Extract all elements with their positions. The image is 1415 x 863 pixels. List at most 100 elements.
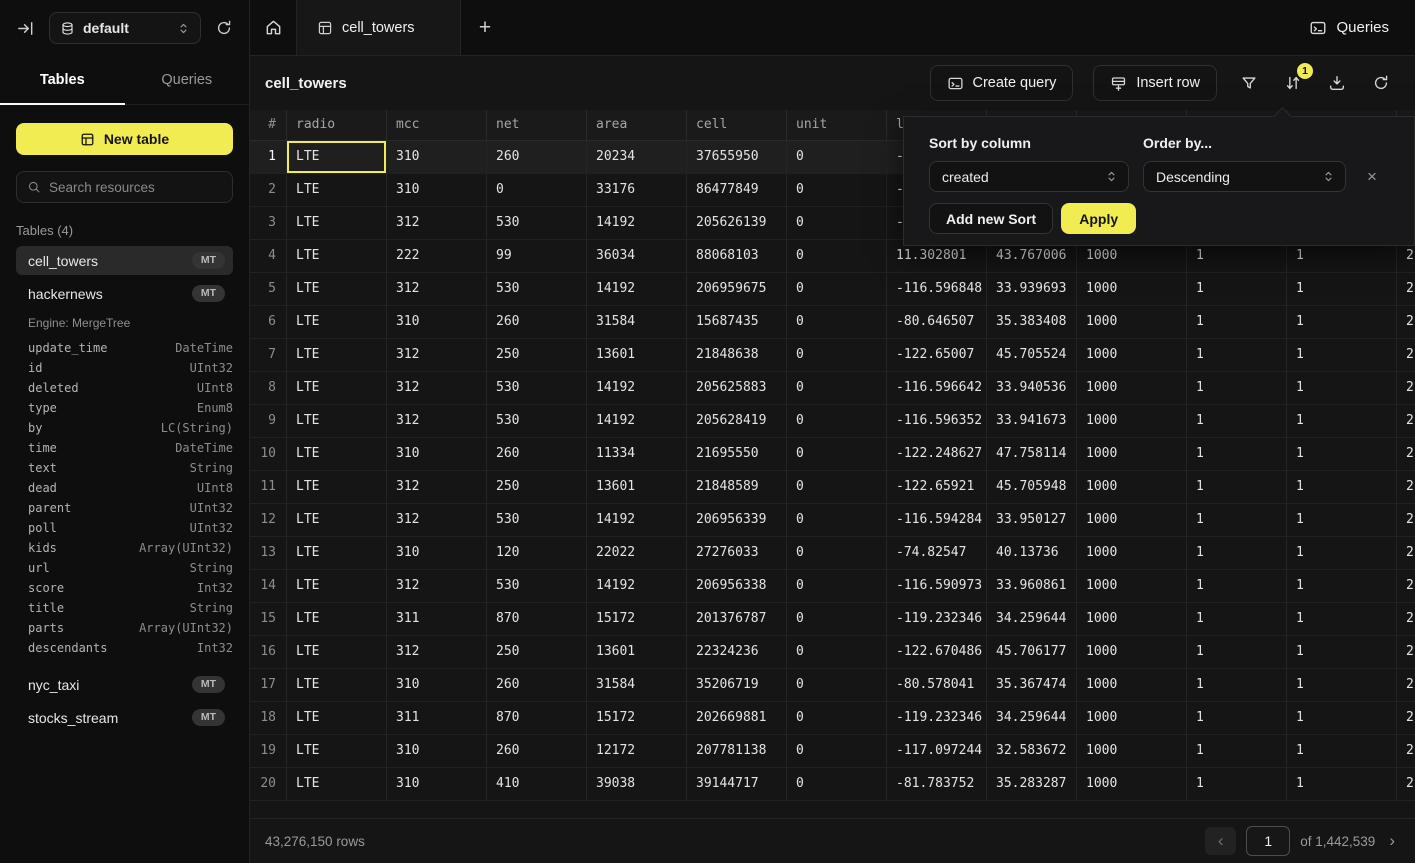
table-cell[interactable]: -116.596848 <box>887 273 987 305</box>
table-cell[interactable]: 45.706177 <box>987 636 1077 668</box>
table-row[interactable]: 16LTE31225013601223242360-122.67048645.7… <box>250 636 1415 669</box>
table-row[interactable]: 18LTE311870151722026698810-119.23234634.… <box>250 702 1415 735</box>
table-cell[interactable]: 260 <box>487 438 587 470</box>
row-number-cell[interactable]: 11 <box>250 471 287 503</box>
row-number-cell[interactable]: 8 <box>250 372 287 404</box>
table-cell[interactable]: 1 <box>1187 273 1287 305</box>
table-cell[interactable]: 33.960861 <box>987 570 1077 602</box>
table-cell[interactable]: 205628419 <box>687 405 787 437</box>
table-row[interactable]: 5LTE312530141922069596750-116.59684833.9… <box>250 273 1415 306</box>
table-cell[interactable]: 310 <box>387 438 487 470</box>
table-cell[interactable]: -119.232346 <box>887 603 987 635</box>
table-cell[interactable]: 1 <box>1287 636 1397 668</box>
table-cell[interactable]: 1 <box>1187 306 1287 338</box>
table-cell[interactable]: 22324236 <box>687 636 787 668</box>
collapse-sidebar-button[interactable] <box>16 19 35 38</box>
table-cell[interactable]: 2 <box>1397 570 1415 602</box>
table-cell[interactable]: 1000 <box>1077 306 1187 338</box>
table-cell[interactable]: 1000 <box>1077 735 1187 767</box>
table-cell[interactable]: 410 <box>487 768 587 800</box>
table-cell[interactable]: 312 <box>387 405 487 437</box>
table-cell[interactable]: 310 <box>387 735 487 767</box>
table-cell[interactable]: 870 <box>487 603 587 635</box>
table-cell[interactable]: -80.578041 <box>887 669 987 701</box>
row-number-cell[interactable]: 17 <box>250 669 287 701</box>
row-number-cell[interactable]: 15 <box>250 603 287 635</box>
table-cell[interactable]: 14192 <box>587 504 687 536</box>
table-cell[interactable]: 21848589 <box>687 471 787 503</box>
column-header[interactable]: mcc <box>387 110 487 141</box>
table-cell[interactable]: 0 <box>787 504 887 536</box>
table-cell[interactable]: 0 <box>487 174 587 206</box>
table-cell[interactable]: 0 <box>787 240 887 272</box>
table-cell[interactable]: LTE <box>287 504 387 536</box>
table-cell[interactable]: 1000 <box>1077 537 1187 569</box>
table-cell[interactable]: 1000 <box>1077 702 1187 734</box>
table-cell[interactable]: 45.705524 <box>987 339 1077 371</box>
add-new-sort-button[interactable]: Add new Sort <box>929 203 1053 234</box>
row-number-cell[interactable]: 3 <box>250 207 287 239</box>
row-number-cell[interactable]: 19 <box>250 735 287 767</box>
table-cell[interactable]: 250 <box>487 636 587 668</box>
table-cell[interactable]: 2 <box>1397 372 1415 404</box>
table-cell[interactable]: LTE <box>287 636 387 668</box>
row-number-cell[interactable]: 2 <box>250 174 287 206</box>
table-cell[interactable]: 0 <box>787 174 887 206</box>
table-cell[interactable]: 32.583672 <box>987 735 1077 767</box>
table-cell[interactable]: 27276033 <box>687 537 787 569</box>
table-cell[interactable]: LTE <box>287 735 387 767</box>
row-number-cell[interactable]: 5 <box>250 273 287 305</box>
sort-order-select[interactable]: Descending <box>1143 161 1346 192</box>
table-cell[interactable]: 1 <box>1287 273 1397 305</box>
table-cell[interactable]: 312 <box>387 504 487 536</box>
table-cell[interactable]: 2 <box>1397 702 1415 734</box>
table-cell[interactable]: -116.596642 <box>887 372 987 404</box>
table-cell[interactable]: 530 <box>487 504 587 536</box>
table-row[interactable]: 7LTE31225013601218486380-122.6500745.705… <box>250 339 1415 372</box>
table-cell[interactable]: 312 <box>387 372 487 404</box>
table-row[interactable]: 6LTE31026031584156874350-80.64650735.383… <box>250 306 1415 339</box>
table-row[interactable]: 11LTE31225013601218485890-122.6592145.70… <box>250 471 1415 504</box>
table-cell[interactable]: 35.283287 <box>987 768 1077 800</box>
column-header[interactable]: cell <box>687 110 787 141</box>
table-cell[interactable]: 33.941673 <box>987 405 1077 437</box>
table-cell[interactable]: 39144717 <box>687 768 787 800</box>
table-cell[interactable]: 120 <box>487 537 587 569</box>
table-row[interactable]: 8LTE312530141922056258830-116.59664233.9… <box>250 372 1415 405</box>
table-cell[interactable]: 1000 <box>1077 273 1187 305</box>
table-cell[interactable]: 36034 <box>587 240 687 272</box>
table-cell[interactable]: -117.097244 <box>887 735 987 767</box>
table-cell[interactable]: 14192 <box>587 405 687 437</box>
table-cell[interactable]: 312 <box>387 339 487 371</box>
table-cell[interactable]: 14192 <box>587 273 687 305</box>
sidebar-item-hackernews[interactable]: hackernews MT <box>16 279 233 308</box>
table-row[interactable]: 13LTE31012022022272760330-74.8254740.137… <box>250 537 1415 570</box>
filter-button[interactable] <box>1237 71 1261 95</box>
table-cell[interactable]: 1 <box>1287 603 1397 635</box>
table-cell[interactable]: 12172 <box>587 735 687 767</box>
table-cell[interactable]: 0 <box>787 405 887 437</box>
table-cell[interactable]: 99 <box>487 240 587 272</box>
sort-column-select[interactable]: created <box>929 161 1129 192</box>
table-cell[interactable]: 1 <box>1187 438 1287 470</box>
table-cell[interactable]: 312 <box>387 570 487 602</box>
refresh-databases-button[interactable] <box>215 19 233 37</box>
table-cell[interactable]: 250 <box>487 471 587 503</box>
table-cell[interactable]: 1000 <box>1077 636 1187 668</box>
table-cell[interactable]: 250 <box>487 339 587 371</box>
table-cell[interactable]: 1 <box>1287 438 1397 470</box>
table-cell[interactable]: LTE <box>287 702 387 734</box>
table-cell[interactable]: LTE <box>287 669 387 701</box>
table-cell[interactable]: 1 <box>1287 570 1397 602</box>
table-cell[interactable]: 530 <box>487 372 587 404</box>
apply-sort-button[interactable]: Apply <box>1061 203 1136 234</box>
table-cell[interactable]: 1 <box>1287 735 1397 767</box>
table-cell[interactable]: 0 <box>787 339 887 371</box>
table-cell[interactable]: 1000 <box>1077 603 1187 635</box>
table-cell[interactable]: 0 <box>787 702 887 734</box>
table-cell[interactable]: 1 <box>1187 372 1287 404</box>
table-cell[interactable]: 86477849 <box>687 174 787 206</box>
table-cell[interactable]: 0 <box>787 438 887 470</box>
table-cell[interactable]: 2 <box>1397 669 1415 701</box>
table-cell[interactable]: 0 <box>787 273 887 305</box>
